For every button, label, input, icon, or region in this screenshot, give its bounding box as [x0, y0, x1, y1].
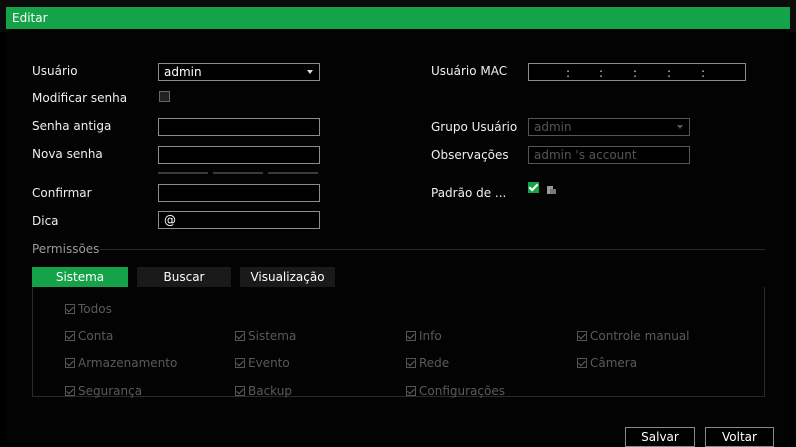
- user-label: Usuário: [32, 64, 78, 78]
- user-select[interactable]: admin: [158, 63, 320, 81]
- mac-label: Usuário MAC: [431, 64, 508, 78]
- group-select-value: admin: [534, 120, 572, 134]
- strength-bar-strong: [268, 172, 318, 174]
- default-label: Padrão de ...: [431, 186, 507, 200]
- check-icon: [65, 304, 75, 314]
- check-icon: [406, 386, 416, 396]
- notes-label: Observações: [431, 148, 509, 162]
- hint-label: Dica: [32, 214, 59, 228]
- permission-item[interactable]: Câmera: [577, 356, 637, 370]
- new-password-label: Nova senha: [32, 147, 103, 161]
- new-password-field[interactable]: [158, 146, 320, 164]
- section-divider: [100, 249, 765, 250]
- hint-value: @: [164, 213, 176, 227]
- check-icon: [235, 386, 245, 396]
- permission-item[interactable]: Conta: [65, 329, 113, 343]
- tab-sistema[interactable]: Sistema: [32, 267, 128, 287]
- check-icon: [577, 331, 587, 341]
- chevron-down-icon: [307, 70, 313, 74]
- strength-bar-weak: [158, 172, 208, 174]
- back-button[interactable]: Voltar: [705, 427, 774, 447]
- permission-item[interactable]: Controle manual: [577, 329, 690, 343]
- confirm-password-field[interactable]: [158, 184, 320, 202]
- notes-field[interactable]: admin 's account: [528, 146, 690, 164]
- title-bar-fill: [6, 7, 790, 29]
- group-label: Grupo Usuário: [431, 120, 518, 134]
- check-icon: [406, 331, 416, 341]
- details-icon[interactable]: [547, 186, 556, 194]
- check-icon: [235, 331, 245, 341]
- modify-password-label: Modificar senha: [32, 91, 128, 105]
- confirm-label: Confirmar: [32, 186, 92, 200]
- permission-item[interactable]: Configurações: [406, 384, 505, 398]
- old-password-label: Senha antiga: [32, 119, 112, 133]
- mac-separator: :: [633, 66, 638, 80]
- default-checkbox[interactable]: [528, 182, 539, 193]
- user-select-value: admin: [164, 65, 202, 79]
- mac-separator: :: [599, 66, 604, 80]
- check-icon: [65, 358, 75, 368]
- check-icon: [65, 386, 75, 396]
- tab-visualizacao[interactable]: Visualização: [240, 267, 335, 287]
- permission-item[interactable]: Info: [406, 329, 442, 343]
- permission-item[interactable]: Rede: [406, 356, 449, 370]
- modify-password-checkbox[interactable]: [159, 91, 170, 102]
- mac-address-field[interactable]: : : : : :: [528, 63, 746, 81]
- mac-separator: :: [701, 66, 706, 80]
- old-password-field[interactable]: [158, 118, 320, 136]
- title-bar: Editar: [0, 0, 796, 32]
- chevron-down-icon: [677, 125, 683, 129]
- mac-separator: :: [667, 66, 672, 80]
- save-button[interactable]: Salvar: [625, 427, 695, 447]
- group-select[interactable]: admin: [528, 118, 690, 136]
- strength-bar-medium: [213, 172, 263, 174]
- check-icon: [65, 331, 75, 341]
- window-title: Editar: [12, 11, 48, 25]
- check-icon: [406, 358, 416, 368]
- permission-item[interactable]: Sistema: [235, 329, 296, 343]
- permission-item[interactable]: Segurança: [65, 384, 142, 398]
- permission-item[interactable]: Backup: [235, 384, 292, 398]
- hint-field[interactable]: @: [158, 211, 320, 229]
- permission-item[interactable]: Todos: [65, 302, 112, 316]
- notes-placeholder: admin 's account: [534, 148, 637, 162]
- mac-separator: :: [566, 66, 571, 80]
- permissions-section-label: Permissões: [32, 242, 100, 256]
- permission-item[interactable]: Armazenamento: [65, 356, 177, 370]
- check-icon: [235, 358, 245, 368]
- tab-buscar[interactable]: Buscar: [137, 267, 231, 287]
- permission-item[interactable]: Evento: [235, 356, 290, 370]
- check-icon: [577, 358, 587, 368]
